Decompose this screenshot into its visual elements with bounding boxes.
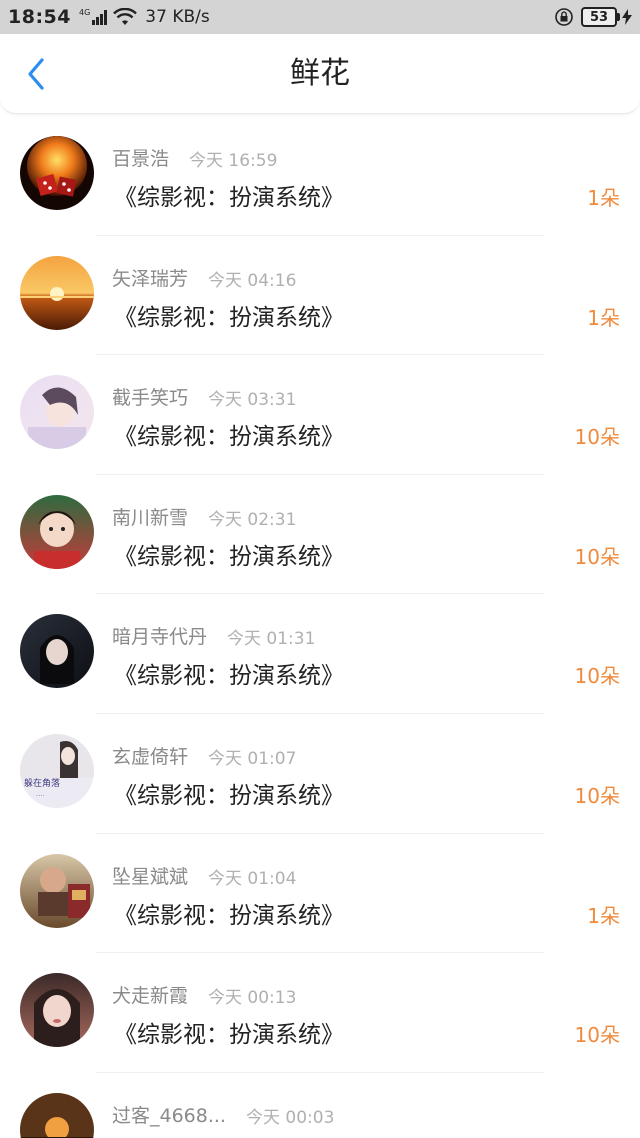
flower-count: 10朵 xyxy=(574,783,620,808)
list-item[interactable]: 矢泽瑞芳 今天 04:16 《综影视：扮演系统》 1朵 xyxy=(0,236,640,356)
back-button[interactable] xyxy=(14,52,58,96)
signal-icon: 4G xyxy=(78,8,108,25)
avatar[interactable] xyxy=(20,1092,94,1138)
list-item[interactable]: 暗月寺代丹 今天 01:31 《综影视：扮演系统》 10朵 xyxy=(0,594,640,714)
timestamp: 今天 01:31 xyxy=(227,629,316,650)
avatar[interactable] xyxy=(20,853,94,928)
avatar[interactable] xyxy=(20,255,94,330)
avatar[interactable] xyxy=(20,614,94,689)
chevron-left-icon xyxy=(28,58,44,90)
sender-name: 犬走新霞 xyxy=(112,985,189,1008)
flower-count: 1朵 xyxy=(587,186,620,210)
book-title: 《综影视：扮演系统》 xyxy=(114,304,344,331)
battery-icon: 53 xyxy=(581,7,632,27)
list-item[interactable]: 南川新雪 今天 02:31 《综影视：扮演系统》 10朵 xyxy=(0,475,640,595)
rotation-lock-icon xyxy=(555,8,573,26)
sender-name: 玄虚倚轩 xyxy=(112,745,189,768)
flower-count: 1朵 xyxy=(587,903,620,928)
list-item[interactable]: 坠星斌斌 今天 01:04 《综影视：扮演系统》 1朵 xyxy=(0,834,640,954)
flower-count: 1朵 xyxy=(587,305,620,330)
avatar[interactable] xyxy=(20,136,94,210)
timestamp: 今天 00:03 xyxy=(246,1107,335,1128)
book-title: 《综影视：扮演系统》 xyxy=(114,782,344,809)
top-bar: 鲜花 xyxy=(0,34,640,114)
sender-name: 百景浩 xyxy=(112,148,170,170)
flower-count: 10朵 xyxy=(574,425,620,450)
flower-count: 10朵 xyxy=(574,1023,620,1048)
status-right: 53 xyxy=(555,7,632,27)
avatar-caption: 躲在角落 xyxy=(24,777,60,789)
timestamp: 今天 16:59 xyxy=(189,151,278,171)
svg-text:····: ···· xyxy=(36,792,45,800)
timestamp: 今天 00:13 xyxy=(208,988,297,1009)
book-title: 《综影视：扮演系统》 xyxy=(114,663,344,690)
book-title: 《综影视：扮演系统》 xyxy=(114,1022,344,1049)
avatar[interactable]: 躲在角落 ···· xyxy=(20,733,94,808)
timestamp: 今天 03:31 xyxy=(208,390,297,411)
sender-name: 南川新雪 xyxy=(112,506,189,529)
timestamp: 今天 04:16 xyxy=(208,270,297,291)
avatar[interactable] xyxy=(20,973,94,1048)
network-speed: 37 KB/s xyxy=(145,7,210,27)
list-item[interactable]: 躲在角落 ···· 玄虚倚轩 今天 01:07 《综影视：扮演系统》 10朵 xyxy=(0,714,640,834)
avatar[interactable] xyxy=(20,375,94,450)
flower-count: 10朵 xyxy=(574,664,620,689)
book-title: 《综影视：扮演系统》 xyxy=(114,902,344,929)
status-left: 18:54 4G 37 KB/s xyxy=(8,6,210,28)
timestamp: 今天 01:04 xyxy=(208,868,297,889)
flower-gift-list: 百景浩 今天 16:59 《综影视：扮演系统》 1朵 矢泽瑞芳 今天 04:16 《综影视：… xyxy=(0,116,640,1138)
status-bar: 18:54 4G 37 KB/s 53 xyxy=(0,0,640,34)
timestamp: 今天 01:07 xyxy=(208,748,297,769)
book-title: 《综影视：扮演系统》 xyxy=(114,543,344,570)
sender-name: 坠星斌斌 xyxy=(112,865,189,888)
book-title: 《综影视：扮演系统》 xyxy=(114,424,344,451)
list-item[interactable]: 百景浩 今天 16:59 《综影视：扮演系统》 1朵 xyxy=(0,116,640,236)
timestamp: 今天 02:31 xyxy=(208,509,297,530)
list-item[interactable]: 犬走新霞 今天 00:13 《综影视：扮演系统》 10朵 xyxy=(0,953,640,1073)
list-item[interactable]: 截手笑巧 今天 03:31 《综影视：扮演系统》 10朵 xyxy=(0,355,640,475)
sender-name: 暗月寺代丹 xyxy=(112,626,208,649)
charging-icon xyxy=(622,9,632,25)
flower-count: 10朵 xyxy=(574,544,620,569)
network-type-label: 4G xyxy=(78,8,91,17)
battery-level: 53 xyxy=(581,7,617,27)
sender-name: 截手笑巧 xyxy=(112,387,189,410)
wifi-icon xyxy=(113,8,138,25)
list-item[interactable]: 过客_4668... 今天 00:03 xyxy=(0,1073,640,1138)
avatar[interactable] xyxy=(20,494,94,569)
status-time: 18:54 xyxy=(8,6,71,28)
page-title: 鲜花 xyxy=(290,56,350,91)
sender-name: 过客_4668... xyxy=(112,1104,226,1127)
book-title: 《综影视：扮演系统》 xyxy=(114,185,344,211)
sender-name: 矢泽瑞芳 xyxy=(112,267,189,290)
